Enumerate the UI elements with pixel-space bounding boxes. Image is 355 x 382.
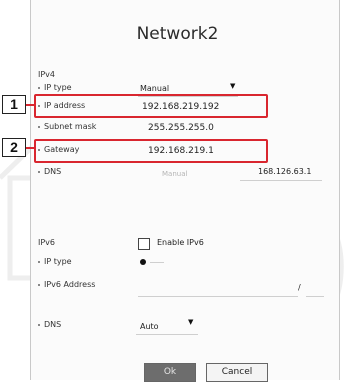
ipv6-ip-type-underline [150, 262, 164, 263]
ipv4-ip-type-label: IP type [38, 83, 72, 92]
bullet-icon [38, 170, 40, 173]
subnet-mask-field[interactable]: 255.255.255.0 [148, 123, 214, 133]
ipv6-ip-type-label: IP type [38, 257, 72, 266]
ipv6-ip-type-text: IP type [44, 257, 72, 266]
dropdown-arrow-icon[interactable]: ▼ [230, 82, 235, 90]
bullet-icon [38, 283, 40, 286]
gateway-highlight [34, 139, 268, 163]
enable-ipv6-checkbox[interactable] [138, 238, 150, 250]
ipv4-section-label: IPv4 [38, 70, 56, 79]
network-settings-panel [30, 0, 340, 380]
ok-button[interactable]: Ok [144, 363, 196, 382]
ipv6-dns-text: DNS [44, 320, 62, 329]
cancel-button[interactable]: Cancel [206, 363, 268, 382]
dialog-title: Network2 [136, 24, 219, 44]
ipv6-dns-select[interactable]: Auto [140, 322, 159, 331]
bullet-icon [38, 323, 40, 326]
dns-server-underline [240, 180, 322, 181]
ipv4-ip-type-text: IP type [44, 83, 72, 92]
ipv6-dns-underline [136, 334, 198, 335]
dns-mode-select[interactable]: Manual [162, 170, 187, 178]
ipv6-section-label: IPv6 [38, 238, 56, 247]
ipv4-subnet-mask-text: Subnet mask [44, 122, 97, 131]
bullet-icon [38, 125, 40, 128]
ipv6-prefix-field[interactable] [306, 296, 324, 297]
dropdown-arrow-icon[interactable]: ▼ [188, 318, 193, 326]
bullet-icon [38, 86, 40, 89]
ip-address-highlight [34, 94, 268, 118]
ipv6-ip-type-radio[interactable] [140, 259, 146, 265]
step-marker-1: 1 [2, 95, 26, 114]
ipv4-ip-type-select[interactable]: Manual [140, 84, 169, 93]
ipv6-prefix-separator: / [298, 283, 301, 292]
ipv6-address-label: IPv6 Address [38, 280, 95, 289]
marker-2-connector [25, 147, 35, 149]
ipv4-subnet-mask-label: Subnet mask [38, 122, 96, 131]
dns-server-field[interactable]: 168.126.63.1 [258, 167, 311, 176]
ipv4-dns-text: DNS [44, 167, 62, 176]
enable-ipv6-label: Enable IPv6 [157, 238, 204, 247]
ipv6-address-text: IPv6 Address [44, 280, 96, 289]
ipv4-dns-label: DNS [38, 167, 61, 176]
ipv6-dns-label: DNS [38, 320, 61, 329]
step-marker-2: 2 [2, 138, 26, 157]
ipv6-address-field[interactable] [138, 296, 298, 297]
bullet-icon [38, 260, 40, 263]
marker-1-connector [25, 104, 35, 106]
